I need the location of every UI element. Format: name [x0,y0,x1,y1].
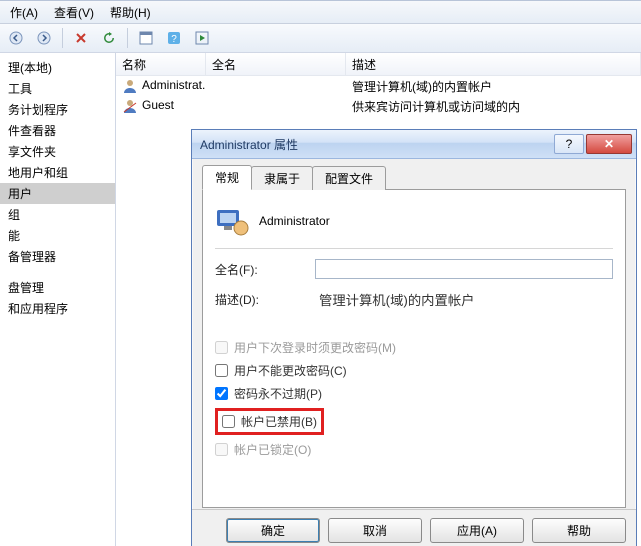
nav-forward-icon[interactable] [32,26,56,50]
checkbox-input [215,443,228,456]
cell-name: Administrat... [142,78,206,92]
checkbox-input[interactable] [215,387,228,400]
checkbox-input[interactable] [222,415,235,428]
help-button[interactable]: 帮助 [532,518,626,543]
properties-dialog: Administrator 属性 ? ✕ 常规 隶属于 配置文件 Adminis… [191,129,637,546]
dialog-help-button[interactable]: ? [554,134,584,154]
fullname-input[interactable] [315,259,613,279]
checkbox-cannot-change-password[interactable]: 用户不能更改密码(C) [215,362,613,379]
username-label: Administrator [259,214,330,228]
tree-item-users[interactable]: 用户 [0,183,115,204]
tab-page-general: Administrator 全名(F): 描述(D): 用户下次登录时须更改密码… [202,189,626,508]
cell-name: Guest [142,98,174,112]
checkbox-label: 用户不能更改密码(C) [234,362,347,379]
dialog-close-button[interactable]: ✕ [586,134,632,154]
svg-text:?: ? [171,34,177,45]
tree-item[interactable]: 件查看器 [0,120,115,141]
dialog-titlebar[interactable]: Administrator 属性 ? ✕ [192,130,636,159]
user-large-icon [215,204,249,238]
tree-item[interactable]: 享文件夹 [0,141,115,162]
user-icon [122,98,138,114]
checkbox-input [215,341,228,354]
dialog-title: Administrator 属性 [200,136,552,153]
checkbox-must-change-password: 用户下次登录时须更改密码(M) [215,339,613,356]
delete-icon[interactable] [69,26,93,50]
col-desc[interactable]: 描述 [346,53,641,75]
run-icon[interactable] [190,26,214,50]
cancel-button[interactable]: 取消 [328,518,422,543]
description-label: 描述(D): [215,291,315,308]
checkbox-label: 帐户已禁用(B) [241,413,317,430]
nav-back-icon[interactable] [4,26,28,50]
col-fullname[interactable]: 全名 [206,53,346,75]
menu-bar: 作(A) 查看(V) 帮助(H) [0,1,641,24]
checkbox-label: 帐户已锁定(O) [234,441,311,458]
menu-action[interactable]: 作(A) [2,1,46,24]
tree-item[interactable]: 盘管理 [0,277,115,298]
list-item[interactable]: Guest 供来宾访问计算机或访问域的内 [116,96,641,116]
ok-button[interactable]: 确定 [226,518,320,543]
menu-view[interactable]: 查看(V) [46,1,102,24]
highlight-account-disabled: 帐户已禁用(B) [215,408,324,435]
help-glyph-icon: ? [566,137,573,151]
cell-desc: 供来宾访问计算机或访问域的内 [346,98,641,115]
close-icon: ✕ [604,137,614,151]
refresh-icon[interactable] [97,26,121,50]
tree-item[interactable]: 备管理器 [0,246,115,267]
properties-icon[interactable] [134,26,158,50]
tab-memberof[interactable]: 隶属于 [251,166,313,190]
tree-item[interactable]: 地用户和组 [0,162,115,183]
tree-item[interactable]: 组 [0,204,115,225]
main-window: 作(A) 查看(V) 帮助(H) ? 理(本地) 工具 [0,0,641,546]
checkbox-password-never-expires[interactable]: 密码永不过期(P) [215,385,613,402]
checkbox-account-disabled[interactable]: 帐户已禁用(B) [222,413,317,430]
tree-item[interactable]: 务计划程序 [0,99,115,120]
tree-item[interactable]: 和应用程序 [0,298,115,319]
dialog-body: 常规 隶属于 配置文件 Administrator 全名(F): 描述(D [202,168,626,508]
nav-tree[interactable]: 理(本地) 工具 务计划程序 件查看器 享文件夹 地用户和组 用户 组 能 备管… [0,53,116,546]
cell-desc: 管理计算机(域)的内置帐户 [346,78,641,95]
checkbox-label: 密码永不过期(P) [234,385,322,402]
listview-header: 名称 全名 描述 [116,53,641,76]
col-name[interactable]: 名称 [116,53,206,75]
separator [215,248,613,249]
toolbar: ? [0,24,641,53]
tab-strip: 常规 隶属于 配置文件 [202,168,626,190]
help-icon[interactable]: ? [162,26,186,50]
tree-item[interactable]: 能 [0,225,115,246]
list-item[interactable]: Administrat... 管理计算机(域)的内置帐户 [116,76,641,96]
description-input[interactable] [315,289,613,309]
toolbar-separator [127,28,128,48]
toolbar-separator [62,28,63,48]
tab-general[interactable]: 常规 [202,165,252,190]
fullname-label: 全名(F): [215,261,315,278]
tree-root[interactable]: 理(本地) [0,57,115,78]
checkbox-input[interactable] [215,364,228,377]
user-icon [122,78,138,94]
checkbox-account-locked: 帐户已锁定(O) [215,441,613,458]
tree-item[interactable]: 工具 [0,78,115,99]
checkbox-label: 用户下次登录时须更改密码(M) [234,339,396,356]
menu-help[interactable]: 帮助(H) [102,1,159,24]
tab-profile[interactable]: 配置文件 [312,166,386,190]
apply-button[interactable]: 应用(A) [430,518,524,543]
dialog-button-row: 确定 取消 应用(A) 帮助 [192,509,636,546]
